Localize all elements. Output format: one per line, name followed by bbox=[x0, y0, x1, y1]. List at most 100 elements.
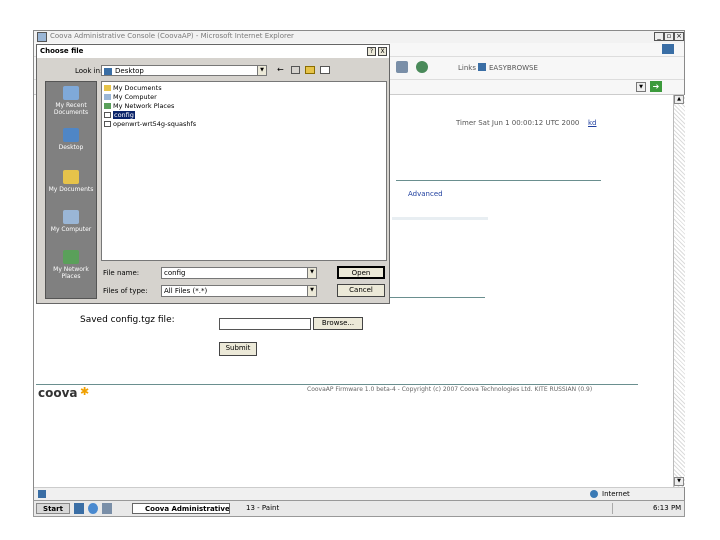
dialog-title: Choose file bbox=[40, 47, 84, 55]
chevron-down-icon: ▼ bbox=[307, 286, 316, 296]
file-icon bbox=[104, 121, 111, 127]
scroll-up-icon[interactable]: ▲ bbox=[674, 95, 684, 104]
chevron-down-icon: ▼ bbox=[257, 66, 266, 75]
filetype-select[interactable]: All Files (*.*) ▼ bbox=[161, 285, 317, 297]
open-button[interactable]: Open bbox=[337, 266, 385, 279]
place-label: My Computer bbox=[50, 226, 92, 233]
media-quicklaunch-icon[interactable] bbox=[102, 503, 112, 514]
task-label: Coova Administrative... bbox=[145, 505, 230, 513]
list-item[interactable]: My Network Places bbox=[104, 102, 174, 110]
back-icon[interactable]: ← bbox=[277, 65, 284, 74]
place-recent-documents[interactable]: My Recent Documents bbox=[46, 86, 96, 116]
link-easybrowse[interactable]: EASYBROWSE bbox=[489, 64, 538, 72]
links-label: Links bbox=[458, 64, 476, 72]
file-list[interactable]: My Documents My Computer My Network Plac… bbox=[101, 81, 387, 261]
browse-button[interactable]: Browse... bbox=[313, 317, 363, 330]
computer-icon bbox=[104, 94, 111, 100]
filename-value: config bbox=[164, 269, 186, 277]
clock: 6:13 PM bbox=[653, 504, 682, 512]
file-name: My Network Places bbox=[113, 102, 175, 110]
file-name: My Computer bbox=[113, 93, 157, 101]
filename-label: File name: bbox=[103, 269, 140, 277]
filetype-value: All Files (*.*) bbox=[164, 287, 208, 295]
places-bar: My Recent Documents Desktop My Documents… bbox=[45, 81, 97, 299]
page-timestamp: Timer Sat Jun 1 00:00:12 UTC 2000 bbox=[456, 119, 580, 127]
list-item[interactable]: My Documents bbox=[104, 84, 162, 92]
link-page-icon bbox=[478, 63, 486, 71]
history-icon[interactable] bbox=[416, 61, 428, 73]
page-footer: CoovaAP Firmware 1.0 beta-4 - Copyright … bbox=[307, 386, 593, 393]
cancel-button[interactable]: Cancel bbox=[337, 284, 385, 297]
list-item[interactable]: config bbox=[104, 111, 135, 119]
status-bar: Internet bbox=[34, 487, 684, 500]
advanced-link[interactable]: Advanced bbox=[408, 190, 443, 198]
file-name-selected: config bbox=[113, 111, 135, 119]
list-item[interactable]: My Computer bbox=[104, 93, 157, 101]
vertical-scrollbar[interactable]: ▲ ▼ bbox=[673, 95, 685, 487]
internet-zone-icon bbox=[590, 490, 598, 498]
scroll-down-icon[interactable]: ▼ bbox=[674, 477, 684, 486]
nav-underline bbox=[392, 217, 488, 220]
logo-star-icon: ✱ bbox=[80, 385, 90, 398]
file-path-input[interactable] bbox=[219, 318, 311, 330]
list-item[interactable]: openwrt-wrt54g-squashfs bbox=[104, 120, 196, 128]
lookin-value: Desktop bbox=[115, 67, 144, 75]
maximize-icon[interactable]: ▫ bbox=[664, 32, 674, 41]
place-label: Desktop bbox=[58, 144, 84, 151]
help-button[interactable]: ? bbox=[367, 47, 376, 56]
timestamp-link[interactable]: kd bbox=[588, 119, 597, 127]
start-label: Start bbox=[43, 505, 63, 513]
place-network[interactable]: My Network Places bbox=[46, 250, 96, 280]
task-coova-console[interactable]: Coova Administrative... bbox=[132, 503, 230, 514]
submit-button[interactable]: Submit bbox=[219, 342, 257, 356]
dialog-titlebar: Choose file ? X bbox=[37, 45, 389, 58]
place-my-documents[interactable]: My Documents bbox=[46, 170, 96, 193]
place-my-computer[interactable]: My Computer bbox=[46, 210, 96, 233]
place-label: My Documents bbox=[48, 186, 94, 193]
ie-quicklaunch-icon[interactable] bbox=[88, 503, 98, 514]
browser-titlebar: Coova Administrative Console (CoovaAP) -… bbox=[34, 31, 684, 43]
new-folder-icon[interactable] bbox=[305, 66, 315, 74]
filetype-label: Files of type: bbox=[103, 287, 148, 295]
view-menu-icon[interactable] bbox=[320, 66, 330, 74]
file-name: My Documents bbox=[113, 84, 162, 92]
dialog-close-button[interactable]: X bbox=[378, 47, 387, 56]
lookin-label: Look in: bbox=[75, 67, 103, 75]
desktop-small-icon bbox=[104, 67, 112, 75]
minimize-icon[interactable]: _ bbox=[654, 32, 664, 41]
address-dropdown-icon[interactable]: ▼ bbox=[636, 82, 646, 92]
place-desktop[interactable]: Desktop bbox=[46, 128, 96, 162]
folder-icon bbox=[104, 85, 111, 91]
start-button[interactable]: Start bbox=[36, 503, 70, 514]
close-icon[interactable]: × bbox=[674, 32, 684, 41]
section-divider bbox=[396, 180, 601, 181]
lookin-select[interactable]: Desktop ▼ bbox=[101, 65, 267, 76]
section-divider bbox=[390, 297, 485, 298]
up-folder-icon[interactable] bbox=[291, 66, 300, 74]
page-status-icon bbox=[38, 490, 46, 498]
desktop-icon bbox=[63, 128, 79, 142]
place-label: My Recent Documents bbox=[53, 102, 89, 116]
network-places-icon bbox=[63, 250, 79, 264]
task-paint[interactable]: 13 - Paint bbox=[234, 503, 316, 514]
footer-divider bbox=[36, 384, 638, 385]
recent-documents-icon bbox=[63, 86, 79, 100]
filename-input[interactable]: config ▼ bbox=[161, 267, 317, 279]
saved-config-label: Saved config.tgz file: bbox=[80, 315, 175, 325]
ie-icon bbox=[37, 32, 47, 42]
place-label: My Network Places bbox=[53, 266, 89, 280]
show-desktop-icon[interactable] bbox=[74, 503, 84, 514]
zone-label: Internet bbox=[602, 490, 630, 498]
go-arrow-icon[interactable]: ➔ bbox=[650, 81, 662, 92]
network-icon bbox=[104, 103, 111, 109]
chevron-down-icon: ▼ bbox=[307, 268, 316, 278]
media-icon[interactable] bbox=[396, 61, 408, 73]
my-documents-icon bbox=[63, 170, 79, 184]
browser-title: Coova Administrative Console (CoovaAP) -… bbox=[50, 32, 294, 40]
windows-flag-icon bbox=[662, 44, 674, 54]
my-computer-icon bbox=[63, 210, 79, 224]
system-tray: 6:13 PM bbox=[612, 503, 682, 514]
file-name: openwrt-wrt54g-squashfs bbox=[113, 120, 197, 128]
task-label: 13 - Paint bbox=[246, 504, 280, 512]
choose-file-dialog: Choose file ? X Look in: Desktop ▼ ← My … bbox=[36, 44, 390, 304]
